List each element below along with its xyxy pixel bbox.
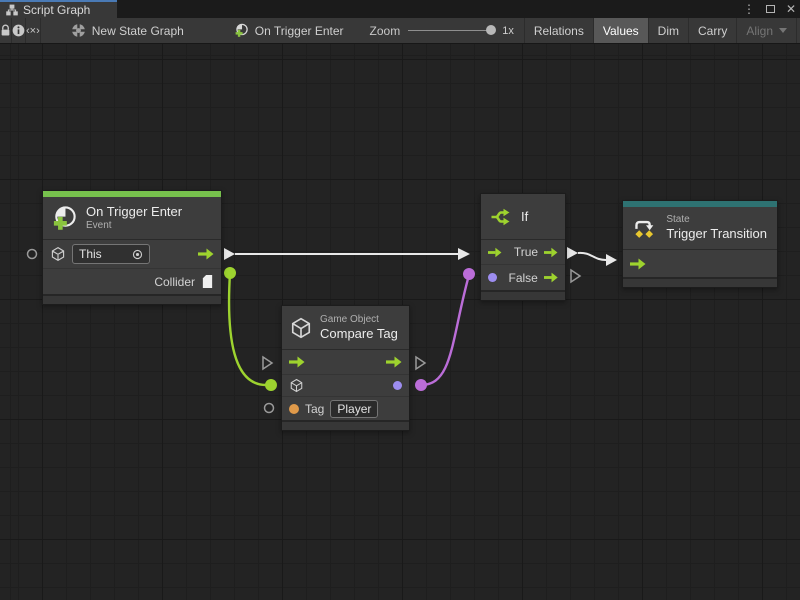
event-unit-icon <box>51 205 78 232</box>
node-footer <box>481 290 565 300</box>
flow-input-port[interactable] <box>289 356 305 368</box>
node-if[interactable]: If True False <box>480 193 566 301</box>
lock-button[interactable] <box>0 18 12 43</box>
flow-in-arrowhead[interactable] <box>458 248 470 260</box>
zoom-slider[interactable] <box>408 30 494 31</box>
breadcrumb-label: New State Graph <box>92 24 184 38</box>
distribute-dropdown[interactable]: Distribute <box>796 18 800 43</box>
script-graph-icon <box>234 23 249 38</box>
collider-type-icon[interactable] <box>201 274 214 289</box>
window-menu-icon[interactable]: ⋮ <box>743 0 755 18</box>
window-close-icon[interactable]: ✕ <box>786 0 796 18</box>
node-subtitle: Event <box>86 220 182 232</box>
flow-output-port[interactable] <box>198 248 214 260</box>
unconnected-flow-output-port[interactable] <box>416 357 425 369</box>
breadcrumb-new-state-graph[interactable]: New State Graph <box>59 18 196 43</box>
state-transition-icon <box>631 215 658 241</box>
node-on-trigger-enter[interactable]: On Trigger Enter Event This <box>42 190 222 305</box>
zoom-value: 1x <box>502 25 514 37</box>
code-icon: ‹×› <box>26 25 40 37</box>
graph-tree-icon <box>6 4 18 16</box>
tab-title: Script Graph <box>23 3 90 17</box>
zoom-slider-knob[interactable] <box>486 25 496 35</box>
bool-output-port[interactable] <box>393 381 402 390</box>
flow-input-port[interactable] <box>488 247 502 258</box>
condition-in-connection-dot[interactable] <box>463 268 475 280</box>
script-graph-window: Script Graph ⋮ ✕ ‹×› <box>0 0 800 600</box>
tag-label: Tag <box>305 402 324 416</box>
flow-output-port[interactable] <box>386 356 402 368</box>
info-icon <box>12 24 25 37</box>
breadcrumb-label: On Trigger Enter <box>255 24 344 38</box>
unconnected-flow-input-port[interactable] <box>263 357 272 369</box>
branch-icon <box>489 205 513 229</box>
toggle-values[interactable]: Values <box>593 18 648 43</box>
flow-input-port[interactable] <box>630 258 646 270</box>
object-picker-icon[interactable] <box>132 249 143 260</box>
node-title: If <box>521 209 528 225</box>
gameobject-input-port[interactable] <box>289 378 304 393</box>
tab-bar: Script Graph ⋮ ✕ <box>0 0 800 18</box>
chevron-down-icon <box>779 28 787 33</box>
node-title: On Trigger Enter <box>86 204 182 220</box>
graph-canvas[interactable]: On Trigger Enter Event This <box>0 44 800 600</box>
collider-output-label: Collider <box>154 275 195 289</box>
condition-input-port[interactable] <box>488 273 497 282</box>
node-footer <box>282 420 409 430</box>
false-label: False <box>509 271 538 285</box>
wire-true-to-transition[interactable] <box>578 253 606 260</box>
breadcrumb-on-trigger-enter[interactable]: On Trigger Enter <box>222 18 356 43</box>
node-footer <box>623 277 777 287</box>
align-dropdown[interactable]: Align <box>736 18 796 43</box>
state-graph-icon <box>71 23 86 38</box>
tag-input-port[interactable] <box>289 404 299 414</box>
code-preview-button[interactable]: ‹×› <box>26 18 41 43</box>
collider-out-connection-dot[interactable] <box>224 267 236 279</box>
lock-icon <box>0 24 11 37</box>
wire-collider-to-comparetag[interactable] <box>229 273 266 385</box>
bool-out-connection-dot[interactable] <box>415 379 427 391</box>
wire-comparetag-to-if[interactable] <box>421 275 469 385</box>
gameobject-cube-icon <box>50 246 66 262</box>
unconnected-tag-input-port[interactable] <box>265 404 274 413</box>
unconnected-value-input-port[interactable] <box>28 250 37 259</box>
target-object-field[interactable]: This <box>72 244 150 264</box>
node-subtitle: Game Object <box>320 314 398 326</box>
toggle-carry[interactable]: Carry <box>688 18 736 43</box>
gameobject-in-connection-dot[interactable] <box>265 379 277 391</box>
tag-value-field[interactable]: Player <box>330 400 378 418</box>
true-label: True <box>514 245 538 259</box>
true-output-port[interactable] <box>544 247 558 258</box>
window-maximize-icon[interactable] <box>766 5 775 13</box>
node-title: Compare Tag <box>320 326 398 342</box>
true-out-port-marker[interactable] <box>567 247 578 259</box>
unconnected-false-output-port[interactable] <box>571 270 580 282</box>
toggle-relations[interactable]: Relations <box>524 18 593 43</box>
tab-script-graph[interactable]: Script Graph <box>0 0 117 18</box>
node-subtitle: State <box>666 214 767 226</box>
gameobject-cube-icon <box>290 317 312 339</box>
toggle-dim[interactable]: Dim <box>648 18 688 43</box>
info-button[interactable] <box>12 18 26 43</box>
node-trigger-transition[interactable]: State Trigger Transition <box>622 200 778 288</box>
false-output-port[interactable] <box>544 272 558 283</box>
node-footer <box>43 294 221 304</box>
node-compare-tag[interactable]: Game Object Compare Tag <box>281 305 410 431</box>
zoom-control: Zoom 1x <box>356 18 524 43</box>
zoom-label: Zoom <box>370 24 401 38</box>
transition-flow-in-arrowhead[interactable] <box>606 254 617 266</box>
graph-toolbar: ‹×› New State Graph On Trigger Enter Zoo… <box>0 18 800 44</box>
flow-out-port-marker[interactable] <box>224 248 235 260</box>
node-title: Trigger Transition <box>666 226 767 242</box>
